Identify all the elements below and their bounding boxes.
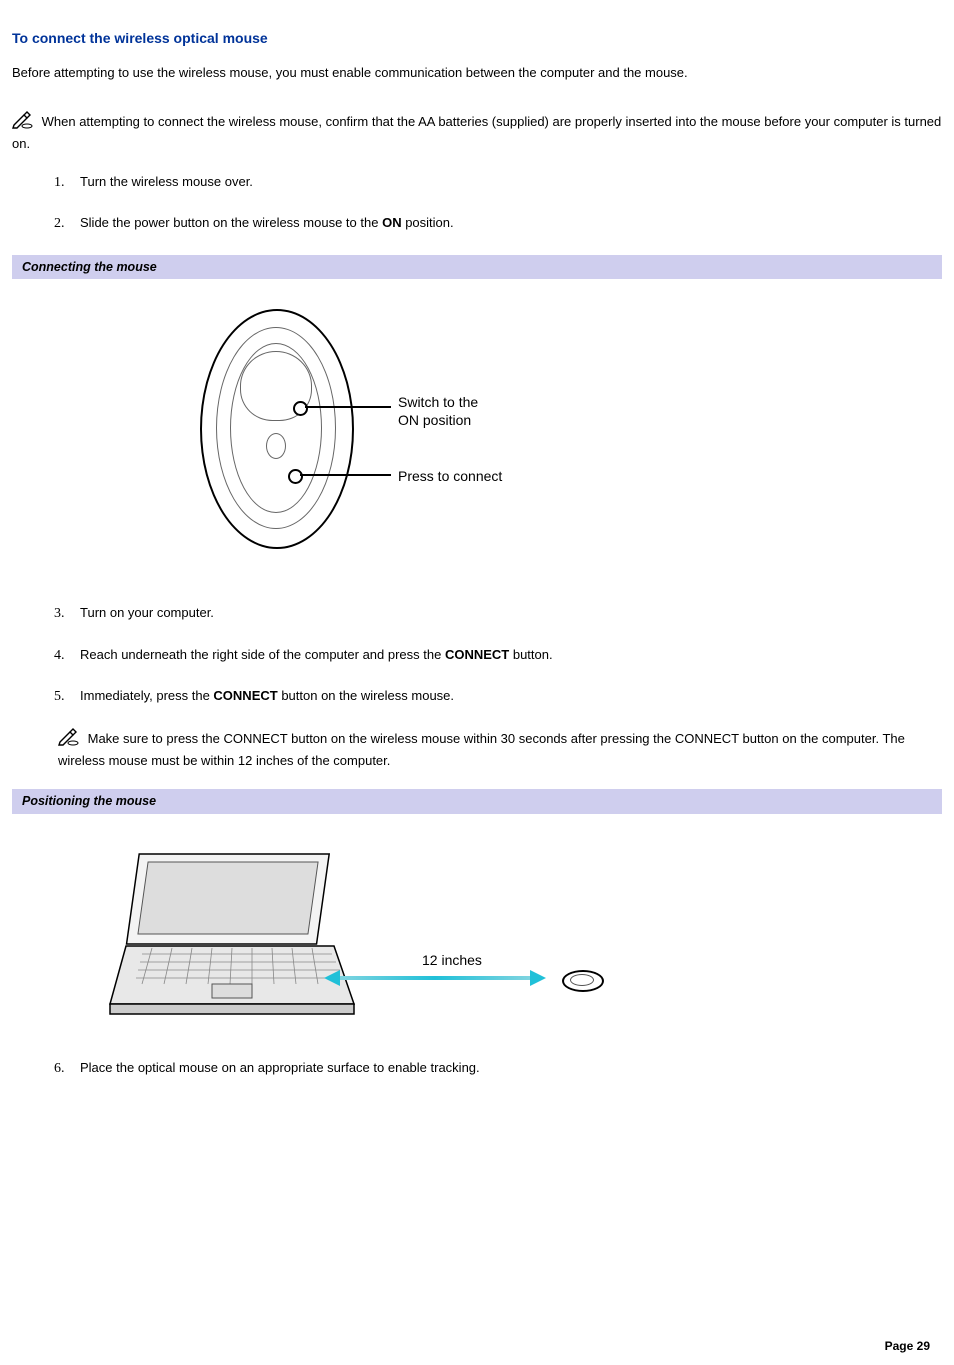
distance-arrow [340, 976, 530, 980]
note-block-1: When attempting to connect the wireless … [12, 111, 942, 154]
step-bold: CONNECT [213, 688, 277, 703]
step-text: Immediately, press the [80, 688, 213, 703]
figure-label-switch: Switch to the ON position [398, 393, 478, 429]
step-bold: ON [382, 215, 402, 230]
figure-positioning-mouse: 12 inches [12, 834, 942, 1034]
step-4: Reach underneath the right side of the c… [12, 645, 942, 665]
step-bold: CONNECT [445, 647, 509, 662]
step-6: Place the optical mouse on an appropriat… [12, 1058, 942, 1078]
figure-connecting-mouse: Switch to the ON position Press to conne… [12, 299, 942, 559]
pencil-note-icon [58, 728, 80, 752]
pencil-note-icon [12, 111, 34, 135]
leader-line [300, 474, 391, 476]
step-2: Slide the power button on the wireless m… [12, 213, 942, 233]
step-text: Place the optical mouse on an appropriat… [80, 1060, 480, 1075]
figure-label-press: Press to connect [398, 467, 502, 485]
arrow-left-icon [324, 970, 340, 986]
step-text: Reach underneath the right side of the c… [80, 647, 445, 662]
steps-list-cont2: Place the optical mouse on an appropriat… [12, 1058, 942, 1078]
mouse-small-inner [570, 974, 594, 986]
note-block-2: Make sure to press the CONNECT button on… [58, 728, 942, 771]
figure-distance-label: 12 inches [422, 950, 482, 971]
section-title: To connect the wireless optical mouse [12, 28, 942, 49]
subheader-positioning: Positioning the mouse [12, 789, 942, 814]
step-text: Turn the wireless mouse over. [80, 174, 253, 189]
step-1: Turn the wireless mouse over. [12, 172, 942, 192]
step-5: Immediately, press the CONNECT button on… [12, 686, 942, 706]
subheader-connecting: Connecting the mouse [12, 255, 942, 280]
arrow-right-icon [530, 970, 546, 986]
step-text: Slide the power button on the wireless m… [80, 215, 382, 230]
step-3: Turn on your computer. [12, 603, 942, 623]
note-text: When attempting to connect the wireless … [12, 114, 941, 151]
intro-paragraph: Before attempting to use the wireless mo… [12, 63, 942, 83]
page-number: Page 29 [12, 1337, 942, 1355]
step-text: position. [402, 215, 454, 230]
steps-list: Turn the wireless mouse over. Slide the … [12, 172, 942, 233]
note-text: Make sure to press the CONNECT button on… [58, 731, 905, 768]
step-text: button. [509, 647, 552, 662]
steps-list-cont: Turn on your computer. Reach underneath … [12, 603, 942, 706]
label-line: Switch to the [398, 394, 478, 410]
step-text: button on the wireless mouse. [278, 688, 454, 703]
step-text: Turn on your computer. [80, 605, 214, 620]
laptop-illustration [102, 834, 362, 1034]
leader-line [305, 406, 391, 408]
label-line: ON position [398, 412, 471, 428]
